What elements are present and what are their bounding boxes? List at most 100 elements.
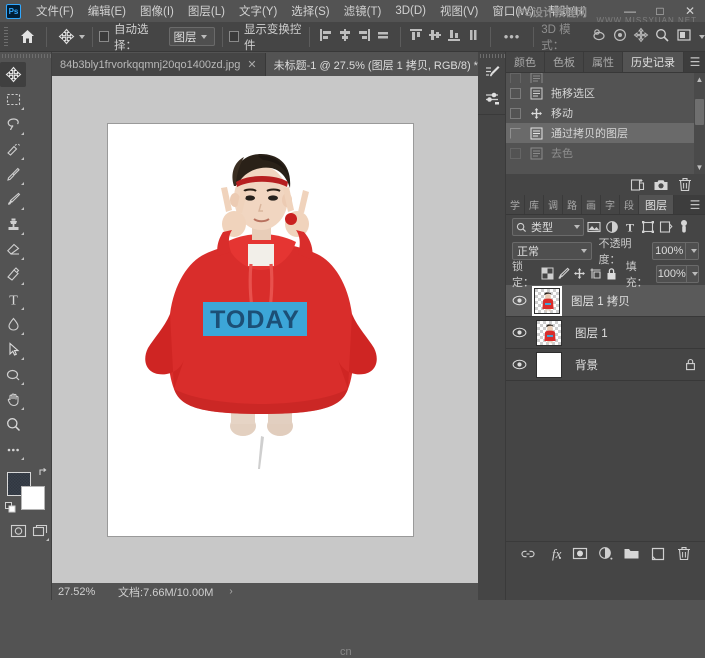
scroll-down-icon[interactable]: ▼ [695, 163, 704, 172]
panel-tab-libraries[interactable]: 库 [525, 195, 544, 214]
tool-preset-caret-icon[interactable] [79, 35, 85, 39]
panel-menu-icon[interactable]: ☰ [685, 195, 705, 214]
rectangular-marquee-tool[interactable] [0, 87, 26, 112]
menu-image[interactable]: 图像(I) [133, 1, 181, 21]
delete-state-icon[interactable] [673, 176, 697, 194]
history-scrollbar[interactable]: ▲ ▼ [694, 73, 705, 174]
history-item-layer-via-copy[interactable]: 通过拷贝的图层 [506, 123, 705, 143]
zoom-level[interactable]: 27.52% [52, 586, 104, 598]
align-left-edges-icon[interactable] [318, 27, 335, 47]
options-bar-grip[interactable] [2, 26, 9, 48]
clone-stamp-tool[interactable] [0, 212, 26, 237]
brush-tool[interactable] [0, 187, 26, 212]
layer-thumbnail[interactable] [536, 352, 562, 378]
layer-visibility-toggle[interactable] [506, 359, 532, 370]
menu-3d[interactable]: 3D(D) [388, 3, 433, 19]
lock-position-icon[interactable] [572, 265, 588, 283]
align-vertical-centers-icon[interactable] [427, 27, 444, 47]
dock-strip-grip[interactable] [478, 52, 505, 59]
auto-select-checkbox[interactable] [99, 31, 109, 42]
status-bar-menu-arrow-icon[interactable]: › [229, 586, 232, 597]
panel-menu-icon[interactable]: ☰ [685, 52, 705, 72]
menu-edit[interactable]: 编辑(E) [81, 1, 133, 21]
history-panel[interactable]: 拖移选区 移动 通过拷贝的图层 去色 [506, 73, 705, 174]
panel-tab-properties[interactable]: 属性 [584, 52, 623, 72]
new-fill-adjustment-layer-icon[interactable] [594, 544, 617, 564]
brushes-panel-icon[interactable] [478, 59, 506, 85]
document-tab-2[interactable]: 未标题-1 @ 27.5% (图层 1 拷贝, RGB/8) * ✕ [266, 53, 504, 76]
move-tool[interactable] [0, 62, 26, 87]
align-right-edges-icon[interactable] [356, 27, 373, 47]
layer-filter-type-dropdown[interactable]: 类型 [512, 218, 584, 236]
type-tool[interactable]: T [0, 287, 26, 312]
panel-tab-brushes[interactable]: 画 [582, 195, 601, 214]
panel-tab-paths[interactable]: 路 [563, 195, 582, 214]
menu-file[interactable]: 文件(F) [29, 1, 81, 21]
align-horizontal-centers-icon[interactable] [337, 27, 354, 47]
close-icon[interactable]: ✕ [247, 58, 256, 71]
distribute-horizontally-icon[interactable] [375, 27, 392, 47]
align-top-edges-icon[interactable] [408, 27, 425, 47]
panel-tab-color[interactable]: 颜色 [506, 52, 545, 72]
current-tool-indicator[interactable] [58, 28, 85, 45]
panel-tab-character[interactable]: 字 [601, 195, 620, 214]
lock-all-icon[interactable] [604, 265, 620, 283]
fill-chevron-down-icon[interactable] [687, 265, 699, 283]
lock-transparent-pixels-icon[interactable] [540, 265, 556, 283]
filter-shape-icon[interactable] [639, 218, 656, 236]
align-bottom-edges-icon[interactable] [446, 27, 463, 47]
panel-tab-layers[interactable]: 图层 [639, 195, 674, 214]
roll-3d-icon[interactable] [612, 27, 629, 47]
gradient-tool[interactable] [0, 262, 26, 287]
new-layer-icon[interactable] [646, 544, 669, 564]
home-icon[interactable] [17, 24, 39, 50]
filter-toggle-icon[interactable] [675, 218, 692, 236]
pan-3d-icon[interactable] [633, 27, 650, 47]
link-layers-icon[interactable] [516, 544, 539, 564]
menu-view[interactable]: 视图(V) [433, 1, 485, 21]
layer-row-3[interactable]: 背景 [506, 349, 705, 381]
scroll-up-icon[interactable]: ▲ [695, 75, 704, 84]
auto-select-target-dropdown[interactable]: 图层 [169, 27, 215, 46]
dodge-tool[interactable] [0, 362, 26, 387]
create-document-from-state-icon[interactable] [625, 176, 649, 194]
edit-toolbar-tool[interactable] [0, 437, 26, 462]
show-transform-controls-checkbox[interactable] [229, 31, 239, 42]
document-canvas[interactable]: TODAY [108, 124, 413, 536]
camera-3d-caret-icon[interactable] [699, 35, 705, 39]
history-snapshot-checkbox[interactable] [510, 128, 521, 139]
delete-layer-icon[interactable] [672, 544, 695, 564]
fill-input[interactable]: 100% [656, 265, 687, 283]
background-color-swatch[interactable] [21, 486, 45, 510]
swap-colors-icon[interactable] [38, 467, 49, 478]
filter-smart-object-icon[interactable] [657, 218, 674, 236]
maximize-button[interactable]: □ [645, 0, 675, 22]
tools-panel-grip[interactable] [0, 52, 51, 60]
orbit-3d-icon[interactable] [591, 27, 608, 47]
history-snapshot-checkbox[interactable] [510, 88, 521, 99]
adjustments-panel-icon[interactable] [478, 85, 506, 111]
quick-mask-icon[interactable] [7, 518, 29, 543]
more-align-options-button[interactable]: ••• [498, 29, 527, 44]
filter-pixel-icon[interactable] [585, 218, 602, 236]
add-layer-mask-icon[interactable] [568, 544, 591, 564]
lasso-tool[interactable] [0, 112, 26, 137]
panel-tab-paragraph[interactable]: 段 [620, 195, 639, 214]
minimize-button[interactable]: — [615, 0, 645, 22]
opacity-chevron-down-icon[interactable] [686, 242, 699, 260]
opacity-input[interactable]: 100% [652, 242, 686, 260]
zoom-3d-icon[interactable] [654, 27, 671, 47]
filter-adjustment-icon[interactable] [603, 218, 620, 236]
distribute-vertically-icon[interactable] [465, 27, 482, 47]
layer-row-1[interactable]: 图层 1 拷贝 [506, 285, 705, 317]
history-snapshot-checkbox[interactable] [510, 73, 521, 83]
layer-visibility-toggle[interactable] [506, 295, 532, 306]
history-item-move[interactable]: 移动 [506, 103, 705, 123]
menu-select[interactable]: 选择(S) [284, 1, 336, 21]
create-new-snapshot-icon[interactable] [649, 176, 673, 194]
hand-tool[interactable] [0, 387, 26, 412]
default-colors-icon[interactable] [5, 502, 16, 513]
layer-name[interactable]: 图层 1 [575, 325, 608, 341]
layer-style-fx-icon[interactable]: fx [542, 544, 565, 564]
history-scroll-thumb[interactable] [695, 99, 704, 125]
